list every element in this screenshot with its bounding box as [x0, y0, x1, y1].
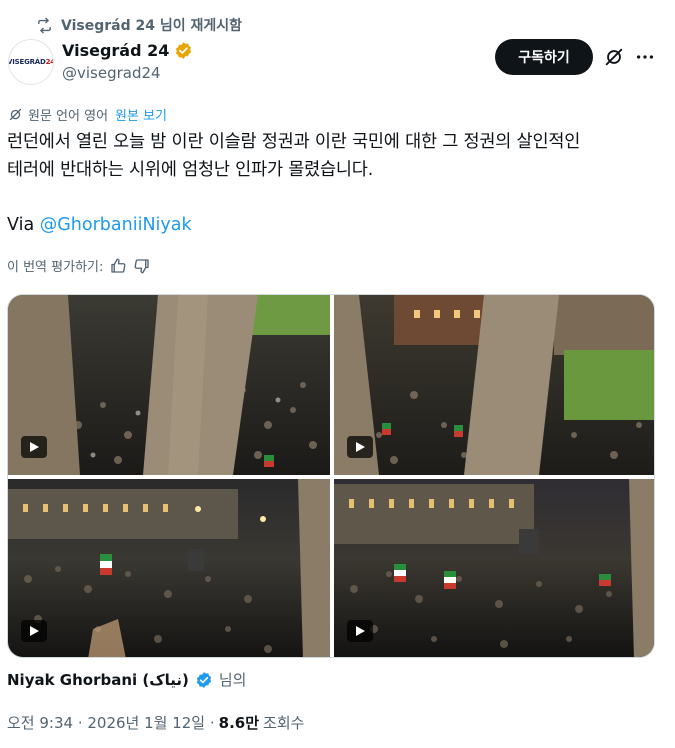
show-original-link[interactable]: 원본 보기 [115, 105, 167, 124]
play-icon [356, 442, 365, 452]
thumbs-down-icon[interactable] [133, 257, 151, 275]
view-count-label: 조회수 [263, 714, 305, 732]
play-icon [30, 442, 39, 452]
play-icon [30, 626, 39, 636]
rate-translation-label: 이 번역 평가하기: [7, 260, 104, 275]
play-button[interactable] [21, 436, 47, 458]
crowd-scene-image [334, 479, 654, 657]
avatar[interactable]: VISEGRÁD24 [8, 39, 54, 85]
media-grid [7, 294, 655, 658]
play-icon [356, 626, 365, 636]
play-button[interactable] [347, 620, 373, 642]
play-button[interactable] [347, 436, 373, 458]
more-options-icon[interactable] [634, 46, 656, 68]
credit-suffix: 님의 [218, 671, 247, 689]
verified-blue-icon [196, 671, 211, 688]
view-count: 8.6만 [218, 714, 260, 732]
crowd-scene-image [8, 295, 330, 475]
avatar-logo: VISEGRÁD24 [8, 58, 53, 66]
mention-link[interactable]: @GhorbaniiNiyak [40, 215, 192, 235]
verified-gold-icon [176, 42, 192, 59]
subscribe-button[interactable]: 구독하기 [495, 39, 593, 75]
via-prefix: Via [7, 215, 40, 235]
tweet-via: Via @GhorbaniiNiyak [7, 211, 192, 239]
media-credit[interactable]: Niyak Ghorbani (نیاک) 님의 [7, 669, 246, 690]
tweet-text-line: 테러에 반대하는 시위에 엄청난 인파가 몰렸습니다. [7, 160, 374, 180]
crowd-scene-image [334, 295, 654, 475]
repost-icon [38, 17, 51, 33]
author-display-name[interactable]: Visegrád 24 [62, 41, 169, 60]
tweet-meta: 오전 9:34 · 2026년 1월 12일 · 8.6만 조회수 [7, 712, 304, 733]
video-thumbnail[interactable] [334, 295, 654, 475]
play-button[interactable] [21, 620, 47, 642]
video-thumbnail[interactable] [8, 295, 330, 475]
tweet-timestamp[interactable]: 오전 9:34 · 2026년 1월 12일 · [7, 712, 215, 733]
translation-label: 원문 언어 영어 [28, 109, 109, 124]
translation-indicator: 원문 언어 영어 원본 보기 [8, 105, 167, 124]
rate-translation: 이 번역 평가하기: [7, 256, 151, 275]
tweet-text: 런던에서 열린 오늘 밤 이란 이슬람 정권과 이란 국민에 대한 그 정권의 … [7, 128, 667, 184]
repost-label: Visegrád 24 님이 재게시함 [61, 18, 242, 34]
grok-icon[interactable] [603, 46, 625, 68]
author-name-row[interactable]: Visegrád 24 [62, 41, 193, 60]
video-thumbnail[interactable] [334, 479, 654, 657]
tweet-text-line: 런던에서 열린 오늘 밤 이란 이슬람 정권과 이란 국민에 대한 그 정권의 … [7, 132, 581, 152]
translate-icon [9, 108, 22, 121]
crowd-scene-image [8, 479, 330, 657]
author-handle[interactable]: @visegrad24 [62, 64, 161, 82]
video-thumbnail[interactable] [8, 479, 330, 657]
credit-name[interactable]: Niyak Ghorbani (نیاک) [7, 671, 189, 689]
thumbs-up-icon[interactable] [109, 257, 127, 275]
repost-indicator[interactable]: Visegrád 24 님이 재게시함 [36, 15, 242, 35]
